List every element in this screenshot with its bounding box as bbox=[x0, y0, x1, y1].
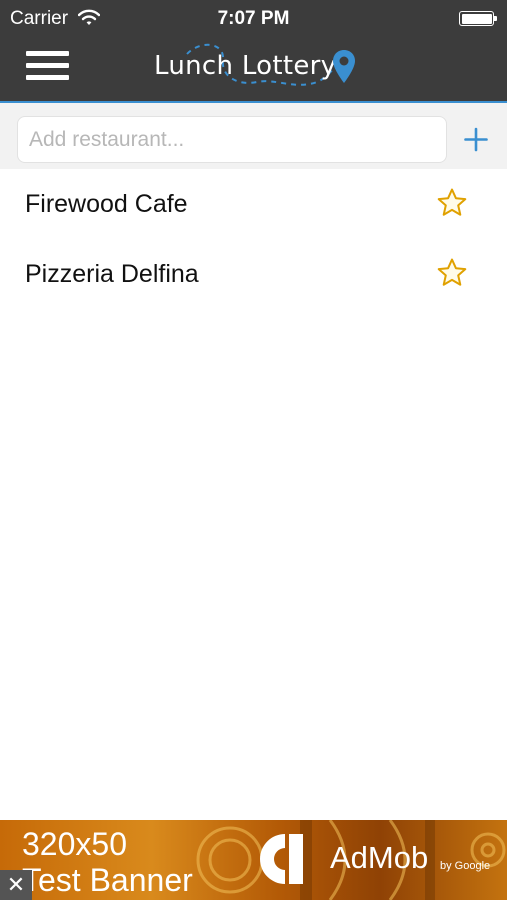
add-restaurant-row bbox=[0, 103, 507, 169]
ad-title: Test Banner bbox=[22, 862, 193, 898]
restaurant-name: Pizzeria Delfina bbox=[25, 260, 199, 288]
star-outline-icon[interactable] bbox=[436, 187, 468, 219]
star-outline-icon[interactable] bbox=[436, 257, 468, 289]
plus-icon bbox=[464, 127, 488, 152]
hamburger-menu-button[interactable] bbox=[26, 51, 70, 83]
list-item[interactable]: Firewood Cafe bbox=[0, 169, 507, 239]
admob-logo-icon bbox=[260, 834, 303, 884]
list-item[interactable]: Pizzeria Delfina bbox=[0, 239, 507, 309]
ad-by-google: by Google bbox=[440, 860, 491, 872]
add-restaurant-input[interactable] bbox=[17, 116, 447, 163]
hamburger-menu-icon bbox=[26, 51, 69, 56]
add-restaurant-button[interactable] bbox=[458, 118, 494, 160]
ad-brand: AdMob bbox=[330, 840, 429, 875]
restaurant-name: Firewood Cafe bbox=[25, 190, 188, 218]
close-icon[interactable]: ✕ bbox=[0, 870, 32, 900]
ad-size-text: 320x50 bbox=[22, 826, 127, 862]
top-bar: Carrier 7:07 PM Lunch Lottery bbox=[0, 0, 507, 103]
restaurant-list: Firewood Cafe Pizzeria Delfina bbox=[0, 169, 507, 309]
app-title: Lunch Lottery bbox=[154, 51, 337, 81]
battery-icon bbox=[459, 11, 497, 26]
map-pin-icon bbox=[333, 50, 355, 83]
ad-banner[interactable]: 320x50 Test Banner AdMob by Google bbox=[0, 820, 507, 900]
status-bar: Carrier 7:07 PM bbox=[0, 0, 507, 36]
status-time: 7:07 PM bbox=[217, 8, 290, 29]
app-logo: Lunch Lottery bbox=[145, 42, 365, 94]
